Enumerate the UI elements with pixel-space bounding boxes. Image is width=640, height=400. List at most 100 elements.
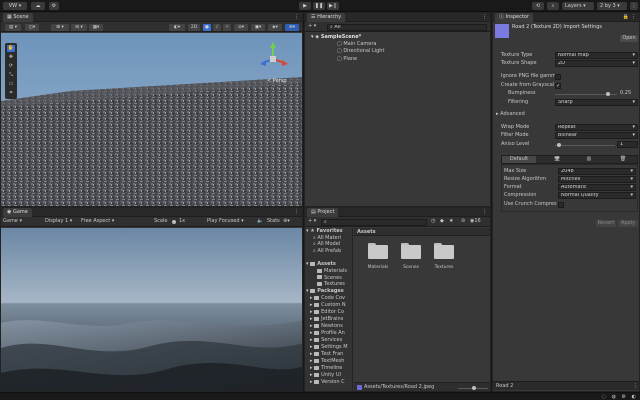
layers-dropdown[interactable]: Layers ▾	[562, 2, 594, 10]
bumpiness-slider-knob[interactable]	[605, 92, 610, 96]
grid-dropdown[interactable]: ▦▾	[89, 23, 103, 31]
project-create-dropdown[interactable]: + ▾	[308, 218, 316, 225]
hierarchy-item[interactable]: ▢ Plane	[337, 56, 357, 63]
crunch-compression-checkbox[interactable]	[558, 201, 564, 208]
favorite-item[interactable]: ⌕ All Prefab	[313, 248, 341, 255]
scale-slider-knob[interactable]	[172, 220, 176, 224]
create-dropdown[interactable]: + ▾	[308, 23, 316, 30]
pause-button[interactable]: ❚❚	[313, 2, 325, 10]
perspective-label[interactable]: < Persp	[267, 78, 287, 84]
max-size-dropdown[interactable]: 2048	[558, 168, 636, 175]
texture-type-dropdown[interactable]: Normal map	[555, 52, 638, 59]
progress-icon[interactable]: ◌	[602, 394, 606, 400]
hidden-objects-dropdown[interactable]: ⊘▾	[234, 23, 248, 31]
account-dropdown[interactable]: VW ▾	[3, 2, 27, 10]
wrap-mode-dropdown[interactable]: Repeat	[555, 124, 638, 131]
panel-menu-icon[interactable]: ⋮	[294, 209, 299, 215]
tab-project[interactable]: ▤ Project	[307, 208, 339, 217]
panel-menu-icon[interactable]: ⋮	[631, 14, 636, 20]
package-item[interactable]: ▸ Profile An	[310, 330, 345, 337]
hand-tool-icon[interactable]: ✋	[7, 45, 15, 52]
rect-tool-icon[interactable]: ▭	[7, 81, 15, 88]
search-icon[interactable]: ⌕	[547, 2, 559, 10]
gizmos-dropdown[interactable]: ◈▾	[268, 23, 282, 31]
search-by-type-icon[interactable]: ◷	[431, 218, 435, 225]
step-button[interactable]: ▶❙	[327, 2, 339, 10]
hidden-count[interactable]: ◉16	[470, 218, 481, 225]
platform-tab-webgl-icon[interactable]: ▥	[574, 156, 604, 163]
more-icon[interactable]: ⋮	[630, 2, 638, 10]
package-item[interactable]: ▸ Newtons	[310, 323, 343, 330]
mode-2d-toggle[interactable]: 2D	[188, 23, 200, 31]
panel-menu-icon[interactable]: ⋮	[294, 14, 299, 20]
platform-tab-default[interactable]: Default	[502, 156, 536, 163]
mute-audio-icon[interactable]: 🔈	[257, 218, 263, 225]
aspect-dropdown[interactable]: Free Aspect ▾	[81, 218, 114, 225]
shading-dropdown[interactable]: ◐▾	[169, 23, 185, 31]
layout-dropdown[interactable]: 2 by 3 ▾	[597, 2, 627, 10]
package-item[interactable]: ▸ Code Cov	[310, 295, 345, 302]
package-item[interactable]: ▸ TextMesh	[310, 358, 344, 365]
lock-icon[interactable]: 🔒	[623, 14, 629, 20]
draw-mode-dropdown[interactable]: ◫▾	[25, 23, 39, 31]
tab-scene[interactable]: ▦ Scene	[3, 13, 33, 22]
bumpiness-value[interactable]: 0.25	[620, 90, 631, 97]
stats-toggle[interactable]: Stats	[267, 218, 280, 225]
tab-game[interactable]: ◉ Game	[3, 208, 32, 217]
play-mode-dropdown[interactable]: Play Focused ▾	[207, 218, 244, 225]
cloud-icon[interactable]: ☁	[31, 2, 45, 10]
gizmos-toggle[interactable]: ⊕▾	[285, 23, 299, 31]
package-item[interactable]: ▸ Services	[310, 337, 342, 344]
transform-tool-icon[interactable]: ⌗	[7, 90, 15, 97]
debug-mode-icon[interactable]: ⚙	[622, 394, 626, 400]
ignore-png-checkbox[interactable]	[555, 73, 561, 80]
asset-grid-item[interactable]: Textures	[432, 243, 456, 273]
auto-generate-lighting-icon[interactable]: ◐	[632, 394, 636, 400]
icon-size-slider-knob[interactable]	[472, 386, 476, 390]
aniso-level-slider[interactable]	[555, 145, 615, 146]
package-item[interactable]: ▸ Unity UI	[310, 372, 341, 379]
scene-view-dropdown[interactable]: ▤ ▾	[5, 23, 21, 31]
hierarchy-item[interactable]: ▢ Directional Light	[337, 48, 384, 55]
format-dropdown[interactable]: Automatic	[558, 184, 636, 191]
scene-viewport[interactable]: ✋ ✥ ⟳ ⤡ ▭ ⌗ < Persp	[1, 33, 302, 206]
package-item[interactable]: ▸ Version C	[310, 379, 345, 386]
hidden-packages-icon[interactable]: ⊘	[461, 218, 465, 225]
advanced-foldout[interactable]: ▸ Advanced	[496, 111, 525, 118]
platform-tab-server-icon[interactable]: 🗑	[608, 156, 638, 163]
package-item[interactable]: ▸ Test Fran	[310, 351, 343, 358]
gizmos-game-dropdown[interactable]: ⊕▾	[283, 218, 290, 225]
resize-algorithm-dropdown[interactable]: Mitchell	[558, 176, 636, 183]
effects-icon[interactable]: ✧	[223, 23, 231, 31]
texture-shape-dropdown[interactable]: 2D	[555, 60, 638, 67]
tab-hierarchy[interactable]: ☰ Hierarchy	[307, 13, 346, 22]
aniso-level-input[interactable]: 1	[617, 141, 638, 148]
packages-header[interactable]: ▾ Packages	[306, 288, 344, 295]
collab-icon[interactable]: ⚙	[49, 2, 59, 10]
compression-dropdown[interactable]: Normal Quality	[558, 192, 636, 199]
revert-button[interactable]: Revert	[596, 220, 616, 227]
filtering-dropdown[interactable]: Sharp	[555, 99, 638, 106]
asset-folder[interactable]: Textures	[317, 281, 345, 288]
open-button[interactable]: Open	[620, 35, 638, 42]
move-tool-icon[interactable]: ✥	[7, 54, 15, 61]
aniso-level-slider-knob[interactable]	[556, 143, 561, 147]
orientation-gizmo[interactable]	[255, 41, 291, 77]
preview-bar[interactable]: Road 2 ⋮	[493, 381, 639, 390]
saved-search-icon[interactable]: ★	[449, 218, 453, 225]
package-item[interactable]: ▸ Editor Co	[310, 309, 344, 316]
assets-header[interactable]: ▾ Assets	[306, 261, 336, 268]
gizmo-pivot-dropdown[interactable]: ⊞ ▾	[51, 23, 69, 31]
asset-grid-item[interactable]: Materials	[366, 243, 390, 273]
tab-inspector[interactable]: ⓘ Inspector	[495, 13, 533, 22]
apply-button[interactable]: Apply	[618, 220, 638, 227]
scale-tool-icon[interactable]: ⤡	[7, 72, 15, 79]
camera-dropdown[interactable]: ▣▾	[251, 23, 265, 31]
game-viewport[interactable]	[1, 228, 302, 391]
assets-breadcrumb[interactable]: Assets	[357, 229, 376, 236]
search-by-label-icon[interactable]: ◆	[440, 218, 444, 225]
hierarchy-item[interactable]: ▢ Main Camera	[337, 41, 376, 48]
history-icon[interactable]: ⟲	[532, 2, 544, 10]
panel-menu-icon[interactable]: ⋮	[482, 209, 487, 215]
package-item[interactable]: ▸ Custom N	[310, 302, 346, 309]
